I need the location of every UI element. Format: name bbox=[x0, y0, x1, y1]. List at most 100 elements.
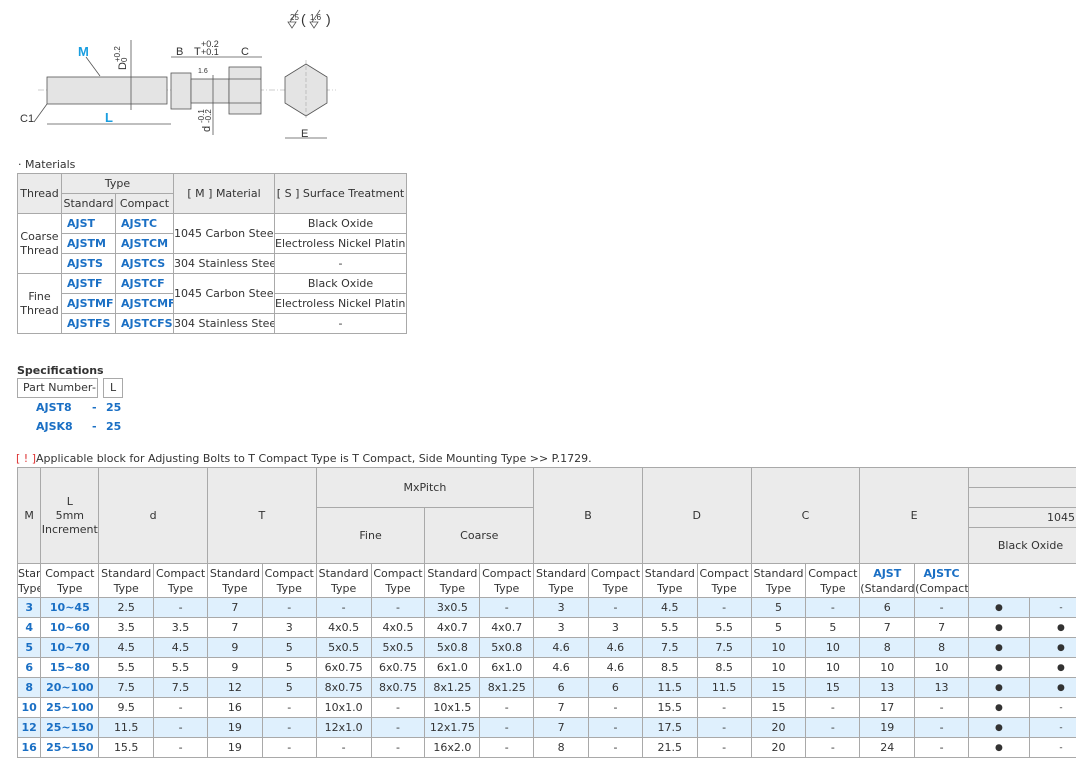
l-range-link[interactable]: 15~80 bbox=[40, 657, 100, 678]
cell-b-cmp: 4.6 bbox=[588, 657, 643, 678]
example-part[interactable]: AJSK8 bbox=[36, 420, 73, 433]
materials-table: Thread Type [ M ] Material [ S ] Surface… bbox=[17, 173, 408, 334]
cell-e-cmp: 10 bbox=[914, 657, 969, 678]
label-C1: C1 bbox=[20, 113, 34, 125]
part-link-standard[interactable]: AJST bbox=[61, 213, 116, 234]
cell-b-std: 8 bbox=[533, 737, 589, 758]
part-link-standard[interactable]: AJSTF bbox=[61, 273, 116, 294]
cell-d-std: 4.5 bbox=[98, 637, 155, 658]
part-link-standard[interactable]: AJSTMF bbox=[61, 293, 116, 314]
part-link-compact[interactable]: AJSTCF bbox=[114, 273, 175, 294]
cell-b-cmp: 4.6 bbox=[588, 637, 643, 658]
th-mxpitch: MxPitch bbox=[315, 467, 535, 508]
notice-text[interactable]: Applicable block for Adjusting Bolts to … bbox=[36, 452, 592, 465]
cell-d-std: 4.5 bbox=[641, 597, 698, 618]
th-material: [ M ] Material bbox=[173, 173, 276, 214]
part-link-standard[interactable]: AJSTM bbox=[61, 233, 116, 254]
l-range-link[interactable]: 25~150 bbox=[40, 717, 100, 738]
cell-c-cmp: 10 bbox=[805, 657, 861, 678]
l-range-link[interactable]: 10~70 bbox=[40, 637, 100, 658]
spec-table-scroll[interactable]: M L 5mm Increment d T MxPitch B D C E Fine… bbox=[17, 467, 1076, 758]
cell-ajst: ● bbox=[968, 677, 1030, 698]
cell-e-std: 10 bbox=[859, 657, 916, 678]
l-range-link[interactable]: 20~100 bbox=[40, 677, 100, 698]
l-range-link[interactable]: 25~150 bbox=[40, 737, 100, 758]
m-link[interactable]: 16 bbox=[17, 737, 42, 758]
cell-d-std: 21.5 bbox=[641, 737, 698, 758]
part-link-standard[interactable]: AJSTFS bbox=[61, 313, 116, 334]
m-link[interactable]: 8 bbox=[17, 677, 42, 698]
cell-coarse-cmp: - bbox=[479, 697, 535, 718]
l-range-link[interactable]: 10~60 bbox=[40, 617, 100, 638]
cell-e-cmp: - bbox=[914, 597, 969, 618]
cell-coarse-cmp: 6x1.0 bbox=[479, 657, 535, 678]
th-standard-type: StandardType bbox=[641, 563, 698, 598]
cell-t-cmp: 5 bbox=[261, 657, 317, 678]
cell-ajst: ● bbox=[968, 717, 1030, 738]
th-surface: Black Oxide bbox=[968, 527, 1076, 564]
cell-t-cmp: - bbox=[261, 597, 317, 618]
example-part[interactable]: AJST8 bbox=[36, 401, 72, 414]
cell-e-std: 8 bbox=[859, 637, 916, 658]
l-range-link[interactable]: 10~45 bbox=[40, 597, 100, 618]
part-link-compact[interactable]: AJSTCFS bbox=[114, 313, 175, 334]
th-standard-type: StandardType bbox=[424, 563, 481, 598]
th-standard-type: StandardType bbox=[98, 563, 155, 598]
cell-fine-std: 10x1.0 bbox=[315, 697, 372, 718]
m-link[interactable]: 5 bbox=[17, 637, 42, 658]
cell-t-std: 7 bbox=[206, 597, 263, 618]
cell-fine-cmp: 8x0.75 bbox=[370, 677, 426, 698]
table-row: 3 10~45 2.5-7- - -3x0.5-3-4.5-5-6- ● - bbox=[17, 597, 1076, 618]
cell-t-std: 9 bbox=[206, 657, 263, 678]
th-ajstc[interactable]: AJSTC (Compact) bbox=[914, 563, 969, 598]
cell-b-std: 3 bbox=[533, 617, 589, 638]
svg-text:-0.2: -0.2 bbox=[204, 109, 213, 123]
cell-fine-std: - bbox=[315, 737, 372, 758]
m-link[interactable]: 4 bbox=[17, 617, 42, 638]
th-thread: Thread bbox=[17, 173, 62, 214]
th-material: 1045 Carbon Steel bbox=[968, 507, 1076, 528]
cell-b-std: 6 bbox=[533, 677, 589, 698]
part-link-compact[interactable]: AJSTC bbox=[114, 213, 175, 234]
cell-t-std: 19 bbox=[206, 717, 263, 738]
cell-d-std: 15.5 bbox=[641, 697, 698, 718]
cell-coarse-cmp: - bbox=[479, 597, 535, 618]
cell-d-std: 11.5 bbox=[641, 677, 698, 698]
cell-coarse-std: 12x1.75 bbox=[424, 717, 481, 738]
cell-d-cmp: 11.5 bbox=[696, 677, 752, 698]
label-B: B bbox=[176, 46, 183, 58]
cell-ajstc: - bbox=[1028, 697, 1076, 718]
cell-fine-std: 4x0.5 bbox=[315, 617, 372, 638]
cell-c-std: 20 bbox=[750, 737, 807, 758]
cell-d-std: 5.5 bbox=[641, 617, 698, 638]
cell-d-cmp: - bbox=[153, 717, 208, 738]
th-compact-type: Compact Type bbox=[40, 563, 100, 598]
thread-cell: Fine Thread bbox=[17, 273, 62, 334]
label-E: E bbox=[301, 128, 308, 140]
m-link[interactable]: 3 bbox=[17, 597, 42, 618]
cell-d-std: 8.5 bbox=[641, 657, 698, 678]
part-link-standard[interactable]: AJSTS bbox=[61, 253, 116, 274]
cell-e-cmp: - bbox=[914, 697, 969, 718]
m-link[interactable]: 12 bbox=[17, 717, 42, 738]
cell-d-std: 7.5 bbox=[641, 637, 698, 658]
l-range-link[interactable]: 25~100 bbox=[40, 697, 100, 718]
part-link-compact[interactable]: AJSTCM bbox=[114, 233, 175, 254]
cell-coarse-cmp: - bbox=[479, 737, 535, 758]
th-standard-type: StandardType bbox=[750, 563, 807, 598]
m-link[interactable]: 10 bbox=[17, 697, 42, 718]
cell-c-cmp: - bbox=[805, 737, 861, 758]
label-C: C bbox=[241, 46, 249, 58]
m-link[interactable]: 6 bbox=[17, 657, 42, 678]
cell-c-cmp: 15 bbox=[805, 677, 861, 698]
th-ajst[interactable]: AJST (Standard) bbox=[859, 563, 916, 598]
cell-c-cmp: - bbox=[805, 717, 861, 738]
cell-coarse-cmp: - bbox=[479, 717, 535, 738]
cell-coarse-std: 16x2.0 bbox=[424, 737, 481, 758]
materials-row: Coarse Thread AJST AJSTC 1045 Carbon Steel B… bbox=[17, 213, 408, 274]
cell-e-cmp: 8 bbox=[914, 637, 969, 658]
th-compact-type: Compact Type bbox=[588, 563, 643, 598]
part-link-compact[interactable]: AJSTCS bbox=[114, 253, 175, 274]
cell-d-cmp: 8.5 bbox=[696, 657, 752, 678]
part-link-compact[interactable]: AJSTCMF bbox=[114, 293, 175, 314]
